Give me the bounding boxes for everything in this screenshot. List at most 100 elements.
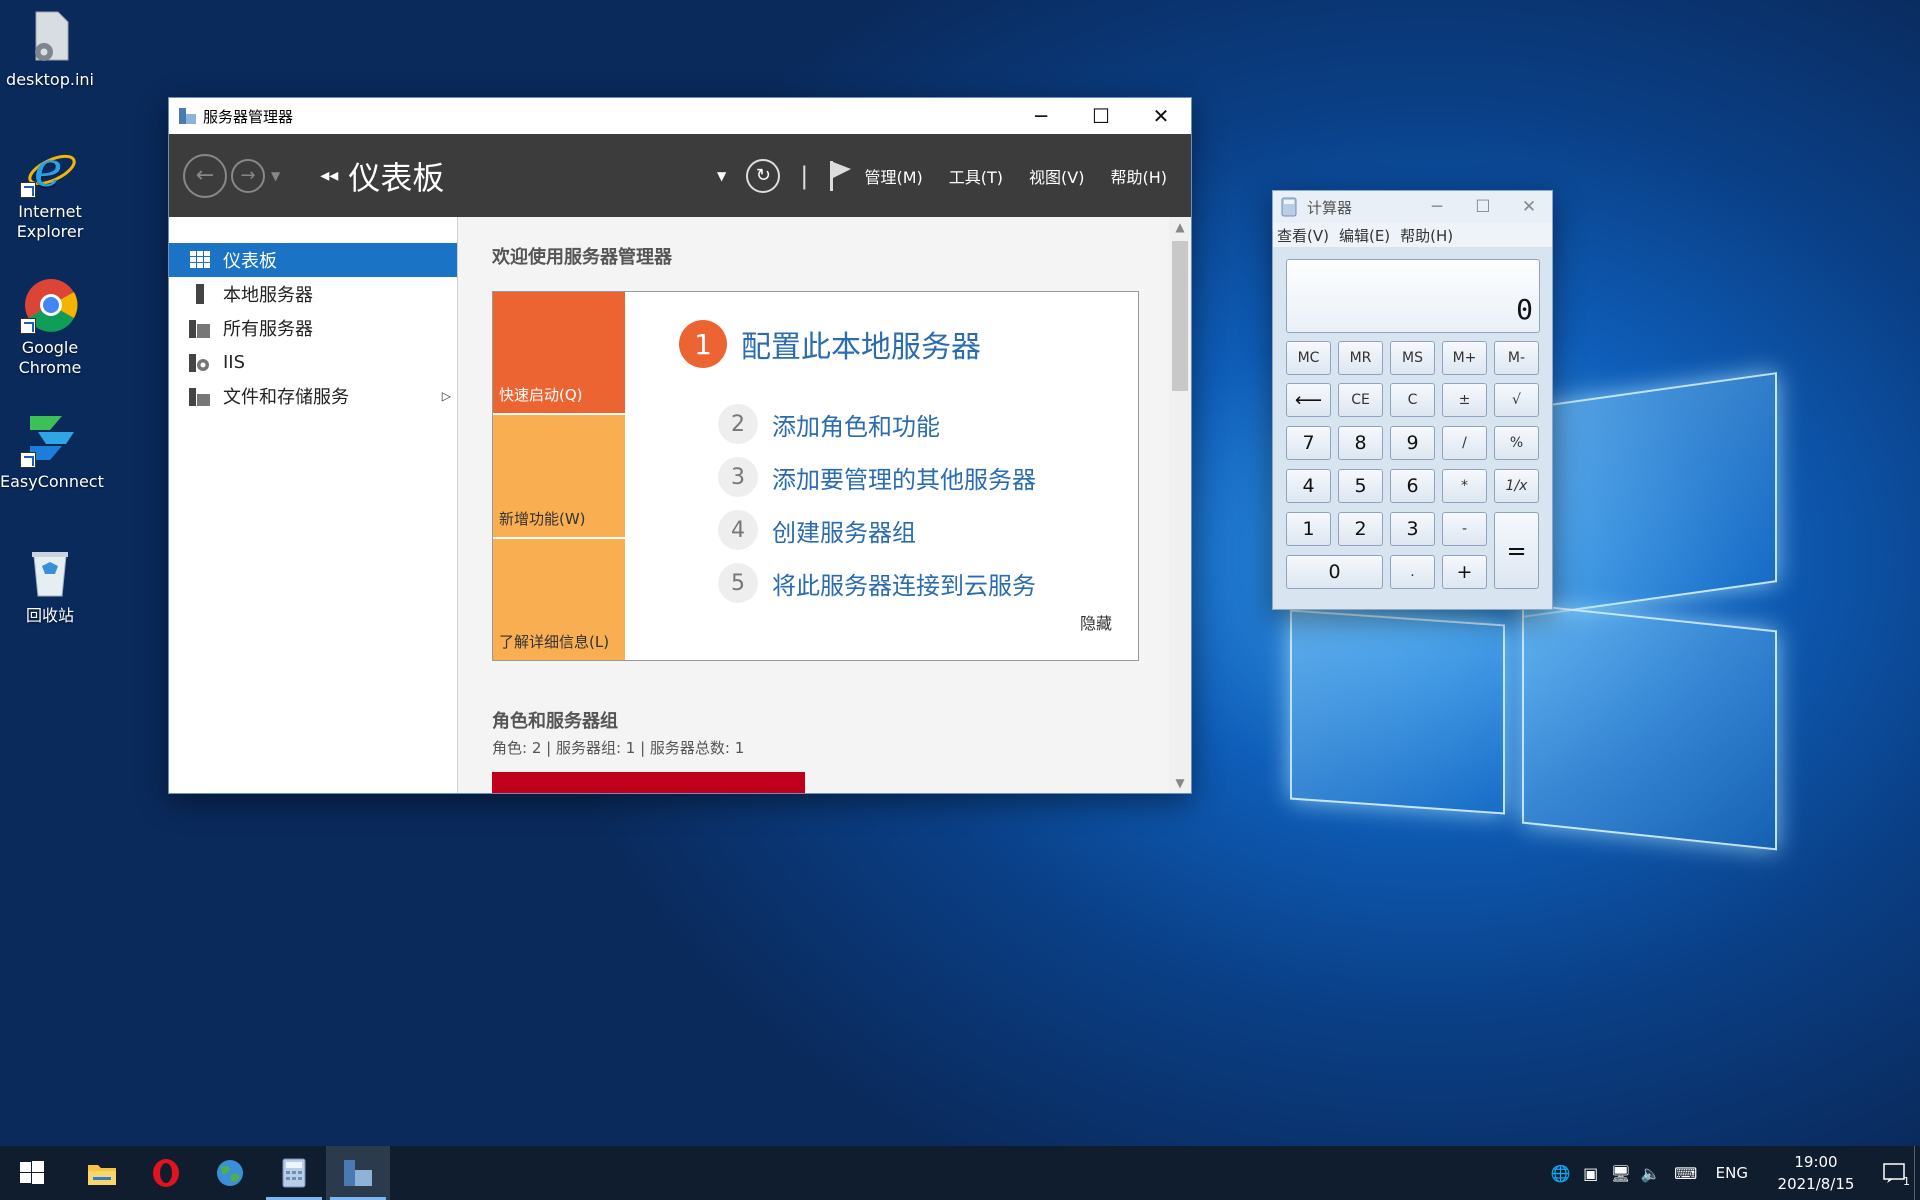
forward-button[interactable]: → [231, 158, 265, 193]
toolbar-separator: | [800, 161, 809, 190]
key-decimal[interactable]: . [1390, 555, 1435, 589]
notifications-flag-icon[interactable] [828, 160, 852, 191]
key-m-plus[interactable]: M+ [1442, 341, 1487, 375]
maximize-button: ☐ [1475, 197, 1491, 217]
key-0[interactable]: 0 [1286, 555, 1383, 589]
key-ce[interactable]: CE [1338, 383, 1383, 417]
sidebar-item-file-storage[interactable]: 文件和存储服务 ▷ [169, 379, 457, 413]
minimize-button[interactable]: ─ [1011, 98, 1071, 134]
network-globe-tray-icon[interactable]: 🌐 [1546, 1146, 1576, 1200]
menu-edit[interactable]: 编辑(E) [1339, 225, 1390, 246]
window-title: 计算器 [1307, 198, 1353, 217]
input-language[interactable]: ENG [1716, 1164, 1748, 1182]
key-9[interactable]: 9 [1390, 426, 1435, 460]
sidebar-item-local-server[interactable]: 本地服务器 [169, 277, 457, 311]
sidebar-item-iis[interactable]: IIS [169, 345, 457, 379]
back-button[interactable]: ← [183, 153, 227, 198]
minimize-button[interactable]: ─ [1414, 191, 1460, 223]
power-tray-icon[interactable]: ▣ [1576, 1146, 1606, 1200]
key-divide[interactable]: / [1442, 426, 1487, 460]
sidebar-item-dashboard[interactable]: 仪表板 [169, 243, 457, 277]
taskbar-network-app[interactable] [198, 1146, 262, 1200]
key-plus-minus[interactable]: ± [1442, 383, 1487, 417]
server-manager-window[interactable]: 服务器管理器 ─ ☐ ✕ ← → ▼ ◂◂ 仪表板 ▼ ↻ | 管理(M) 工具… [168, 97, 1192, 794]
tile-learn-more[interactable]: 了解详细信息(L) [493, 538, 625, 660]
step-add-servers[interactable]: 3 添加要管理的其他服务器 [718, 457, 1036, 497]
server-icon [189, 284, 211, 304]
key-mc[interactable]: MC [1286, 341, 1331, 375]
step-connect-cloud[interactable]: 5 将此服务器连接到云服务 [718, 563, 1036, 603]
step-configure-local-server[interactable]: 1 配置此本地服务器 [679, 320, 981, 368]
menu-view[interactable]: 查看(V) [1277, 225, 1329, 246]
close-button[interactable]: ✕ [1506, 191, 1552, 223]
taskbar-calculator[interactable] [262, 1146, 326, 1200]
step-create-server-group[interactable]: 4 创建服务器组 [718, 510, 916, 550]
key-1[interactable]: 1 [1286, 512, 1331, 546]
key-add[interactable]: + [1442, 555, 1487, 589]
desktop-icon-internet-explorer[interactable]: e Internet Explorer [0, 140, 100, 242]
key-2[interactable]: 2 [1338, 512, 1383, 546]
key-mr[interactable]: MR [1338, 341, 1383, 375]
key-backspace[interactable]: ⟵ [1286, 383, 1331, 417]
show-desktop-button[interactable] [1914, 1146, 1920, 1200]
key-equals[interactable]: = [1494, 512, 1539, 589]
key-multiply[interactable]: * [1442, 469, 1487, 503]
key-ms[interactable]: MS [1390, 341, 1435, 375]
key-6[interactable]: 6 [1390, 469, 1435, 503]
key-subtract[interactable]: - [1442, 512, 1487, 546]
desktop-icon-desktop-ini[interactable]: desktop.ini [0, 8, 100, 90]
network-tray-icon[interactable]: 🖥 [1606, 1146, 1636, 1200]
taskbar: 🌐 ▣ 🖥 🔈 ⌨ ENG 19:00 2021/8/15 1 [0, 1146, 1920, 1200]
sidebar-item-all-servers[interactable]: 所有服务器 [169, 311, 457, 345]
key-m-minus[interactable]: M- [1494, 341, 1539, 375]
key-percent[interactable]: % [1494, 426, 1539, 460]
server-manager-titlebar[interactable]: 服务器管理器 ─ ☐ ✕ [169, 98, 1191, 134]
key-7[interactable]: 7 [1286, 426, 1331, 460]
key-sqrt[interactable]: √ [1494, 383, 1539, 417]
taskbar-opera[interactable] [134, 1146, 198, 1200]
easyconnect-icon [20, 410, 78, 468]
volume-icon[interactable]: 🔈 [1636, 1146, 1666, 1200]
key-c[interactable]: C [1390, 383, 1435, 417]
calculator-window[interactable]: 计算器 ─ ☐ ✕ 查看(V) 编辑(E) 帮助(H) 0 MC MR MS M… [1272, 190, 1553, 610]
iis-icon [189, 352, 211, 372]
scroll-up-icon[interactable]: ▲ [1169, 217, 1191, 237]
desktop-icon-google-chrome[interactable]: Google Chrome [0, 276, 100, 378]
desktop-icon-easyconnect[interactable]: EasyConnect [0, 410, 104, 492]
desktop-icon-recycle-bin[interactable]: 回收站 [0, 544, 100, 626]
action-center-icon[interactable]: 1 [1874, 1146, 1914, 1200]
menu-view[interactable]: 视图(V) [1029, 164, 1084, 188]
menu-manage[interactable]: 管理(M) [864, 164, 922, 188]
calculator-titlebar[interactable]: 计算器 ─ ☐ ✕ [1273, 191, 1552, 223]
tile-quick-start[interactable]: 快速启动(Q) [493, 292, 625, 416]
keyboard-icon[interactable]: ⌨ [1666, 1146, 1706, 1200]
start-button[interactable] [0, 1146, 64, 1200]
breadcrumb-dropdown-icon[interactable]: ▼ [717, 169, 726, 183]
step-add-roles[interactable]: 2 添加角色和功能 [718, 404, 940, 444]
key-reciprocal[interactable]: 1/x [1494, 469, 1539, 503]
menu-tools[interactable]: 工具(T) [949, 164, 1003, 188]
key-4[interactable]: 4 [1286, 469, 1331, 503]
close-button[interactable]: ✕ [1131, 98, 1191, 134]
expand-arrow-icon[interactable]: ▷ [442, 389, 451, 403]
clock[interactable]: 19:00 2021/8/15 [1766, 1151, 1866, 1195]
taskbar-server-manager[interactable] [326, 1146, 390, 1200]
scrollbar-thumb[interactable] [1172, 241, 1188, 391]
history-dropdown-icon[interactable]: ▼ [271, 169, 280, 183]
role-tile[interactable] [492, 772, 805, 793]
key-5[interactable]: 5 [1338, 469, 1383, 503]
tile-whats-new[interactable]: 新增功能(W) [493, 415, 625, 539]
server-manager-icon [344, 1160, 372, 1186]
double-chevron-left-icon: ◂◂ [320, 165, 339, 186]
key-8[interactable]: 8 [1338, 426, 1383, 460]
refresh-button[interactable]: ↻ [746, 158, 781, 193]
step-number: 4 [718, 510, 758, 550]
menu-help[interactable]: 帮助(H) [1110, 164, 1167, 188]
hide-link[interactable]: 隐藏 [1080, 610, 1112, 634]
menu-help[interactable]: 帮助(H) [1400, 225, 1453, 246]
vertical-scrollbar[interactable]: ▲ ▼ [1169, 217, 1191, 793]
maximize-button[interactable]: ☐ [1071, 98, 1131, 134]
scroll-down-icon[interactable]: ▼ [1169, 773, 1191, 793]
key-3[interactable]: 3 [1390, 512, 1435, 546]
taskbar-file-explorer[interactable] [70, 1146, 134, 1200]
